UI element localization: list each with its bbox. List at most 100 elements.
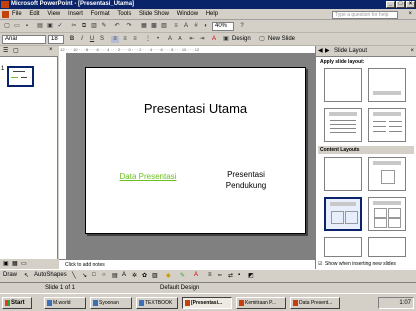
font-select[interactable]: Arial — [2, 35, 46, 44]
checkbox-icon[interactable]: ☑ — [318, 261, 322, 267]
fill-color-icon[interactable]: ◆ — [166, 272, 171, 279]
layout-title-only[interactable] — [368, 68, 406, 102]
zoom-select[interactable]: 40% — [212, 22, 234, 31]
font-color-draw-icon[interactable]: A — [194, 272, 198, 278]
vertical-ruler[interactable] — [59, 53, 67, 259]
arrow-style-icon[interactable]: ⇄ — [228, 272, 233, 279]
grid-icon[interactable]: # — [192, 23, 200, 30]
taskbar-item-syoonan[interactable]: Syoonan — [90, 297, 132, 309]
layout-title-two-content[interactable] — [324, 197, 362, 231]
menu-window[interactable]: Window — [177, 9, 198, 20]
taskbar-item-kemitraan[interactable]: Kemitraan P... — [236, 297, 286, 309]
layout-four-content[interactable] — [368, 197, 406, 231]
select-arrow-icon[interactable]: ↖ — [24, 272, 29, 279]
spelling-icon[interactable]: ✓ — [56, 23, 64, 30]
line-style-icon[interactable]: ≡ — [208, 272, 212, 278]
copy-icon[interactable]: ⧉ — [80, 23, 88, 30]
rectangle-icon[interactable]: □ — [92, 272, 96, 278]
back-icon[interactable]: ◀ — [318, 46, 323, 56]
taskbar-item-data-presentasi[interactable]: Data Present... — [290, 297, 340, 309]
numbering-icon[interactable]: ⋮ — [144, 36, 152, 43]
menu-edit[interactable]: Edit — [29, 9, 39, 20]
menu-insert[interactable]: Insert — [68, 9, 83, 20]
save-icon[interactable]: ▪ — [23, 23, 31, 30]
undo-icon[interactable]: ↶ — [113, 23, 121, 30]
taskbar-item-textbook[interactable]: TEXTBOOK — [136, 297, 178, 309]
diagram-icon[interactable]: ✲ — [132, 272, 137, 279]
help-icon[interactable]: ? — [238, 23, 246, 30]
start-button[interactable]: Start — [2, 297, 32, 309]
font-size-select[interactable]: 18 — [48, 35, 64, 44]
draw-menu[interactable]: Draw — [3, 272, 17, 278]
menu-slide-show[interactable]: Slide Show — [139, 9, 169, 20]
slide-title[interactable]: Presentasi Utama — [86, 101, 305, 116]
notes-pane[interactable]: Click to add notes — [59, 259, 315, 269]
arrow-icon[interactable]: ↘ — [82, 272, 87, 279]
design-button[interactable]: Design — [232, 36, 251, 42]
layout-partial-right[interactable] — [368, 237, 406, 257]
minimize-button[interactable]: _ — [386, 1, 395, 8]
align-left-icon[interactable]: ≡ — [111, 36, 119, 43]
decrease-indent-icon[interactable]: ⇤ — [188, 36, 196, 43]
color-grayscale-icon[interactable]: ◐ — [202, 23, 210, 30]
slide-canvas[interactable]: Presentasi Utama Data Presentasi Present… — [85, 67, 306, 234]
layout-title-text[interactable] — [324, 108, 362, 142]
autoshapes-menu[interactable]: AutoShapes — [34, 272, 67, 278]
task-pane-close-icon[interactable]: × — [410, 46, 414, 56]
underline-button[interactable]: U — [88, 36, 96, 43]
tables-borders-icon[interactable]: ▧ — [160, 23, 168, 30]
slide-right-text[interactable]: Presentasi Pendukung — [206, 169, 286, 191]
tab-slides[interactable]: ▢ — [13, 47, 19, 54]
shadow-style-icon[interactable]: ▪ — [238, 272, 240, 278]
wordart-icon[interactable]: A — [122, 272, 126, 278]
tab-outline[interactable]: ☰ — [3, 47, 8, 54]
menu-help[interactable]: Help — [206, 9, 218, 20]
forward-icon[interactable]: ▶ — [325, 46, 330, 56]
print-preview-icon[interactable]: ▣ — [46, 23, 54, 30]
slide-left-text[interactable]: Data Presentasi — [108, 172, 188, 181]
layout-content-blank[interactable] — [324, 157, 362, 191]
help-search-input[interactable]: Type a question for help — [332, 11, 398, 19]
design-icon[interactable]: ▣ — [222, 36, 230, 43]
increase-indent-icon[interactable]: ⇥ — [198, 36, 206, 43]
layout-content[interactable] — [368, 157, 406, 191]
textbox-icon[interactable]: ▤ — [112, 272, 118, 279]
font-color-icon[interactable]: A — [210, 36, 218, 43]
decrease-font-button[interactable]: A — [176, 36, 184, 43]
redo-icon[interactable]: ↷ — [125, 23, 133, 30]
bullets-icon[interactable]: • — [154, 36, 162, 43]
bold-button[interactable]: B — [68, 36, 76, 43]
clock[interactable]: 1:07 — [399, 300, 411, 306]
show-inserting-checkbox-label[interactable]: Show when inserting new slides — [325, 261, 396, 267]
close-button[interactable]: × — [406, 1, 415, 8]
close-pane-icon[interactable]: × — [49, 47, 53, 53]
align-right-icon[interactable]: ≡ — [131, 36, 139, 43]
taskbar-item-mworld[interactable]: M.world — [44, 297, 86, 309]
menu-file[interactable]: File — [12, 9, 22, 20]
slide-sorter-icon[interactable]: ▦ — [12, 260, 18, 267]
new-slide-icon[interactable]: ▢ — [258, 36, 266, 43]
clipart-icon[interactable]: ✿ — [142, 272, 147, 279]
layout-partial-left[interactable] — [324, 237, 362, 257]
line-color-icon[interactable]: ✎ — [180, 272, 185, 279]
format-painter-icon[interactable]: ✎ — [100, 23, 108, 30]
print-icon[interactable]: ▤ — [36, 23, 44, 30]
cut-icon[interactable]: ✂ — [70, 23, 78, 30]
align-center-icon[interactable]: ≡ — [121, 36, 129, 43]
increase-font-button[interactable]: A — [166, 36, 174, 43]
slide-thumbnail[interactable] — [7, 66, 34, 87]
italic-button[interactable]: I — [78, 36, 86, 43]
layout-blank[interactable] — [324, 68, 362, 102]
expand-all-icon[interactable]: ≡ — [172, 23, 180, 30]
new-slide-button[interactable]: New Slide — [268, 36, 295, 42]
notes-placeholder[interactable]: Click to add notes — [65, 262, 105, 268]
layout-two-column[interactable] — [368, 108, 406, 142]
maximize-button[interactable]: □ — [396, 1, 405, 8]
new-icon[interactable]: ▢ — [3, 23, 11, 30]
table-icon[interactable]: ▩ — [150, 23, 158, 30]
3d-style-icon[interactable]: ◩ — [248, 272, 254, 279]
menu-tools[interactable]: Tools — [117, 9, 131, 20]
menu-format[interactable]: Format — [91, 9, 110, 20]
menu-view[interactable]: View — [47, 9, 60, 20]
picture-icon[interactable]: ▨ — [152, 272, 158, 279]
